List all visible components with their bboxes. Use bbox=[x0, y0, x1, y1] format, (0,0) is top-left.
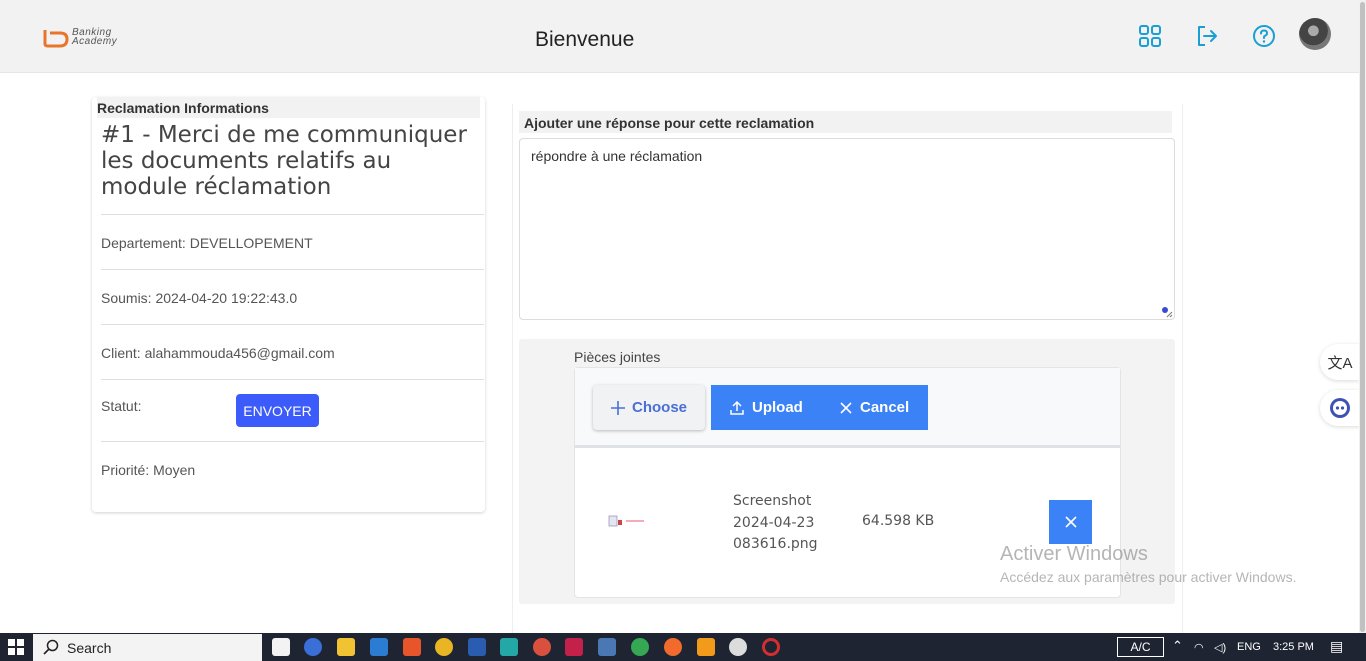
choose-button[interactable]: Choose bbox=[593, 385, 705, 430]
taskbar-recorder-icon[interactable] bbox=[762, 638, 780, 656]
resize-handle-icon[interactable] bbox=[1161, 306, 1173, 318]
logout-button[interactable] bbox=[1193, 22, 1221, 50]
assistant-button[interactable] bbox=[1320, 390, 1360, 426]
taskbar-mail-icon[interactable] bbox=[370, 638, 388, 656]
taskbar-pgadmin-icon[interactable] bbox=[598, 638, 616, 656]
logo-text: Banking Academy bbox=[72, 28, 118, 47]
start-button[interactable] bbox=[0, 633, 32, 661]
cancel-button[interactable]: Cancel bbox=[839, 385, 909, 430]
logout-icon bbox=[1198, 26, 1217, 46]
divider bbox=[101, 441, 484, 442]
file-name: Screenshot 2024-04-23 083616.png bbox=[733, 493, 818, 552]
taskbar-brave-icon[interactable] bbox=[403, 638, 421, 656]
divider bbox=[101, 269, 484, 270]
page-scrollbar-thumb[interactable] bbox=[1360, 2, 1365, 632]
close-icon bbox=[1064, 516, 1077, 528]
upload-button-label: Upload bbox=[752, 399, 803, 416]
help-icon bbox=[1253, 25, 1275, 47]
status-envoyer-button[interactable]: ENVOYER bbox=[236, 394, 319, 427]
ac-indicator[interactable]: A/C bbox=[1117, 637, 1164, 657]
logo-mark-icon bbox=[43, 30, 69, 48]
taskbar-app-icon[interactable] bbox=[697, 638, 715, 656]
taskbar-intellij-icon[interactable] bbox=[565, 638, 583, 656]
submitted-date-text: Soumis: 2024-04-20 19:22:43.0 bbox=[101, 290, 298, 306]
remove-file-button[interactable] bbox=[1049, 500, 1092, 544]
search-icon bbox=[43, 639, 59, 655]
reclamation-info-heading: Reclamation Informations bbox=[97, 97, 480, 118]
app-header: Banking Academy Bienvenue bbox=[0, 0, 1366, 73]
divider bbox=[101, 214, 484, 215]
reclamation-title: #1 - Merci de me communiquer les documen… bbox=[101, 122, 467, 200]
volume-icon[interactable]: ◁) bbox=[1214, 641, 1226, 654]
plus-icon bbox=[611, 400, 625, 415]
taskbar-app-icon[interactable] bbox=[304, 638, 322, 656]
taskbar-search[interactable]: Search bbox=[33, 634, 262, 661]
notification-icon[interactable]: ▤ bbox=[1330, 638, 1343, 655]
wifi-icon[interactable]: ◠ bbox=[1194, 641, 1204, 654]
language-indicator[interactable]: ENG bbox=[1237, 641, 1261, 653]
close-icon bbox=[840, 401, 852, 414]
grid-icon bbox=[1139, 25, 1161, 47]
page-title: Bienvenue bbox=[535, 28, 635, 51]
user-avatar[interactable] bbox=[1299, 18, 1331, 50]
file-size: 64.598 KB bbox=[862, 513, 935, 529]
response-label: Ajouter une réponse pour cette reclamati… bbox=[519, 111, 1172, 133]
windows-logo-icon bbox=[8, 639, 24, 655]
clock-time[interactable]: 3:25 PM bbox=[1273, 641, 1314, 653]
response-textarea[interactable] bbox=[519, 138, 1175, 320]
upload-icon bbox=[730, 400, 744, 415]
taskbar-postman-icon[interactable] bbox=[664, 638, 682, 656]
windows-taskbar: Search A/C ⌃ ◠ ◁) ENG 3:25 PM ▤ bbox=[0, 633, 1366, 661]
taskbar-chrome-icon[interactable] bbox=[631, 638, 649, 656]
assistant-bot-icon bbox=[1330, 398, 1350, 418]
reclamation-info-card: Reclamation Informations #1 - Merci de m… bbox=[92, 97, 485, 512]
divider bbox=[101, 379, 484, 380]
translate-icon: 文A bbox=[1327, 354, 1353, 372]
client-email-text: Client: alahammouda456@gmail.com bbox=[101, 345, 335, 361]
taskbar-chrome-icon[interactable] bbox=[533, 638, 551, 656]
windows-activation-title: Activer Windows bbox=[1000, 543, 1148, 565]
translate-button[interactable]: 文A bbox=[1320, 344, 1360, 380]
windows-activation-subtitle: Accédez aux paramètres pour activer Wind… bbox=[1000, 569, 1297, 585]
cancel-button-label: Cancel bbox=[860, 399, 910, 416]
departement-text: Departement: DEVELLOPEMENT bbox=[101, 235, 313, 251]
file-thumbnail bbox=[608, 515, 644, 527]
upload-button[interactable]: Upload bbox=[729, 385, 803, 430]
taskbar-file-explorer-icon[interactable] bbox=[337, 638, 355, 656]
attachments-label: Pièces jointes bbox=[574, 349, 661, 365]
choose-button-label: Choose bbox=[632, 399, 688, 416]
divider bbox=[101, 324, 484, 325]
taskbar-app-icon[interactable] bbox=[500, 638, 518, 656]
taskbar-outlook-icon[interactable] bbox=[468, 638, 486, 656]
taskbar-app-icon[interactable] bbox=[272, 638, 290, 656]
tray-overflow-chevron-icon[interactable]: ⌃ bbox=[1172, 638, 1183, 654]
upload-cancel-group: Upload Cancel bbox=[711, 385, 928, 430]
priority-text: Priorité: Moyen bbox=[101, 462, 196, 478]
help-button[interactable] bbox=[1250, 22, 1278, 50]
taskbar-chrome-icon[interactable] bbox=[435, 638, 453, 656]
banking-academy-logo[interactable]: Banking Academy bbox=[42, 28, 152, 52]
taskbar-search-label: Search bbox=[67, 639, 112, 656]
logo-text-line-2: Academy bbox=[72, 36, 118, 47]
taskbar-app-icon[interactable] bbox=[729, 638, 747, 656]
dashboard-grid-button[interactable] bbox=[1136, 22, 1164, 50]
